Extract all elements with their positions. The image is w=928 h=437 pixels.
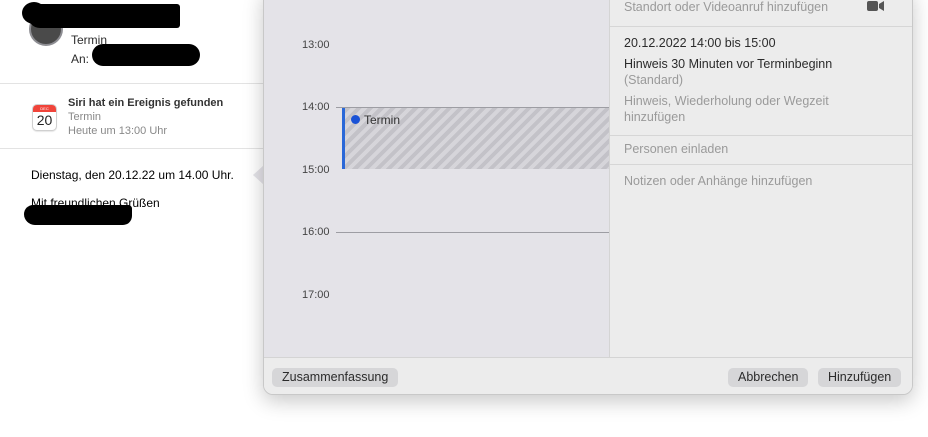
event-title: Termin <box>364 113 401 127</box>
invite-people-field[interactable]: Personen einladen <box>624 142 728 156</box>
popover-footer: Zusammenfassung Abbrechen Hinzufügen <box>264 357 912 394</box>
day-timeline[interactable]: 13:00 14:00 15:00 16:00 17:00 Termin <box>264 0 611 357</box>
siri-suggestion-title[interactable]: Siri hat ein Ereignis gefunden <box>68 97 223 109</box>
hour-label-15: 15:00 <box>302 164 330 176</box>
add-button[interactable]: Hinzufügen <box>818 368 902 387</box>
cancel-button[interactable]: Abbrechen <box>728 368 809 387</box>
redacted-sender-name <box>28 4 180 28</box>
mail-to-label: An: <box>71 52 90 66</box>
hour-label-16: 16:00 <box>302 226 330 238</box>
siri-suggestion-time: Heute um 13:00 Uhr <box>68 125 168 137</box>
siri-suggestion-event: Termin <box>68 111 102 123</box>
redacted-signature <box>24 205 132 225</box>
location-field[interactable]: Standort oder Videoanruf hinzufügen <box>624 0 828 14</box>
redacted-recipient <box>92 44 200 66</box>
video-camera-icon[interactable] <box>867 0 884 12</box>
header-divider <box>0 83 263 84</box>
siri-divider <box>0 148 263 149</box>
add-alert-repeat-travel[interactable]: Hinweis, Wiederholung oder Wegzeit <box>624 94 829 108</box>
event-color-dot <box>351 115 360 124</box>
hour-label-17: 17:00 <box>302 289 330 301</box>
mail-body-date: Dienstag, den 20.12.22 um 14.00 Uhr. <box>31 168 234 182</box>
add-alert-repeat-travel-line2[interactable]: hinzufügen <box>624 110 685 124</box>
event-block[interactable]: Termin <box>342 108 611 169</box>
event-datetime[interactable]: 20.12.2022 14:00 bis 15:00 <box>624 36 776 50</box>
hour-label-14: 14:00 <box>302 101 330 113</box>
calendar-icon: DEC 20 <box>32 104 57 131</box>
event-details: Standort oder Videoanruf hinzufügen 20.1… <box>609 0 912 357</box>
hour-line-16 <box>336 232 609 233</box>
event-alert-default: (Standard) <box>624 73 684 87</box>
summary-button[interactable]: Zusammenfassung <box>272 368 399 387</box>
event-popover: 13:00 14:00 15:00 16:00 17:00 Termin Sta… <box>263 0 913 395</box>
event-alert[interactable]: Hinweis 30 Minuten vor Terminbeginn <box>624 57 832 71</box>
notes-attachments-field[interactable]: Notizen oder Anhänge hinzufügen <box>624 174 812 188</box>
hour-label-13: 13:00 <box>302 39 330 51</box>
redacted-avatar-top <box>22 2 46 24</box>
